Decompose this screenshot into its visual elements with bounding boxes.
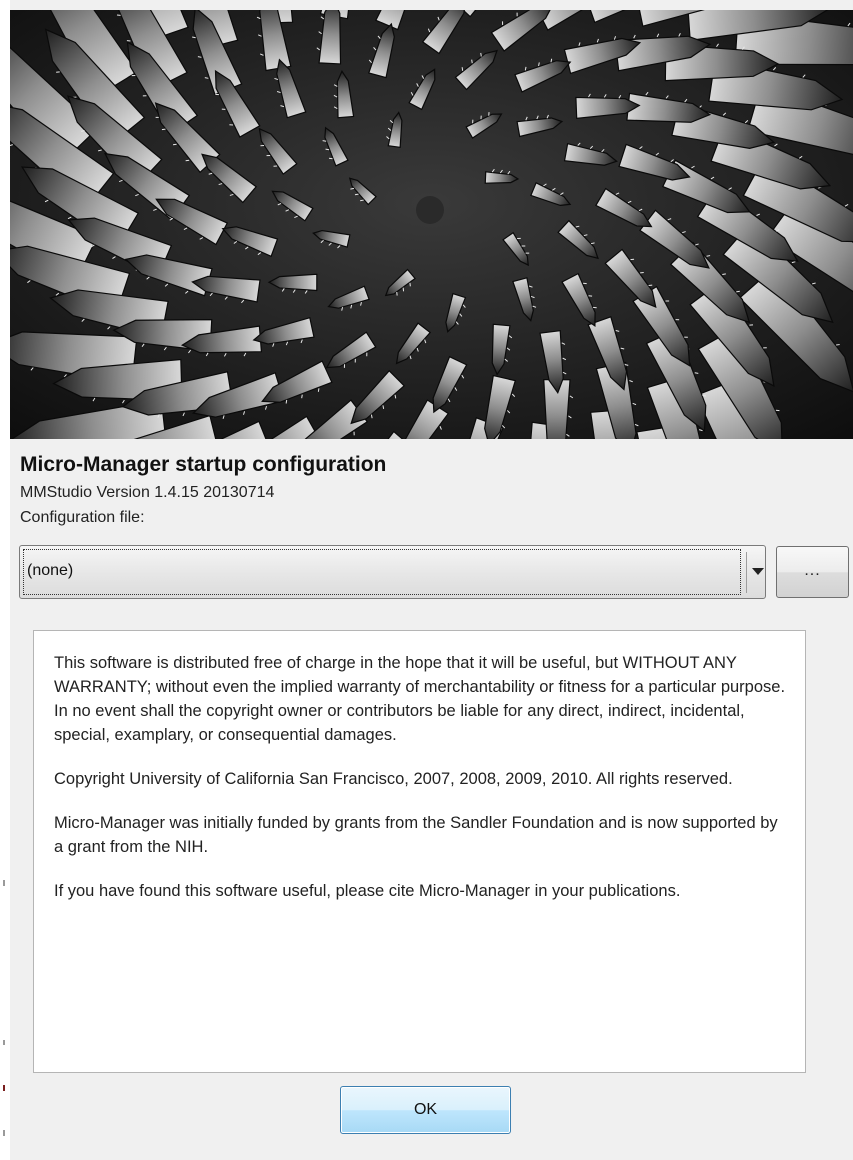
dialog-title: Micro-Manager startup configuration	[20, 453, 387, 476]
config-file-selected-value: (none)	[23, 549, 741, 595]
browse-config-button[interactable]: ...	[776, 546, 849, 598]
chevron-down-icon[interactable]	[749, 546, 766, 598]
version-label: MMStudio Version 1.4.15 20130714	[20, 484, 275, 501]
license-funding-paragraph: Micro-Manager was initially funded by gr…	[54, 814, 778, 856]
splash-image	[10, 10, 853, 439]
config-file-label: Configuration file:	[20, 509, 145, 526]
license-text-panel: This software is distributed free of cha…	[33, 630, 806, 1073]
license-copyright-paragraph: Copyright University of California San F…	[54, 770, 733, 788]
startup-dialog: Micro-Manager startup configuration MMSt…	[0, 0, 853, 1160]
ok-button[interactable]: OK	[340, 1086, 511, 1134]
rosette-center	[416, 196, 444, 224]
window-edge	[0, 0, 10, 1160]
license-warranty-paragraph: This software is distributed free of cha…	[54, 654, 786, 744]
license-citation-paragraph: If you have found this software useful, …	[54, 882, 681, 900]
combo-divider	[746, 552, 747, 593]
config-file-select[interactable]: (none)	[19, 545, 766, 599]
